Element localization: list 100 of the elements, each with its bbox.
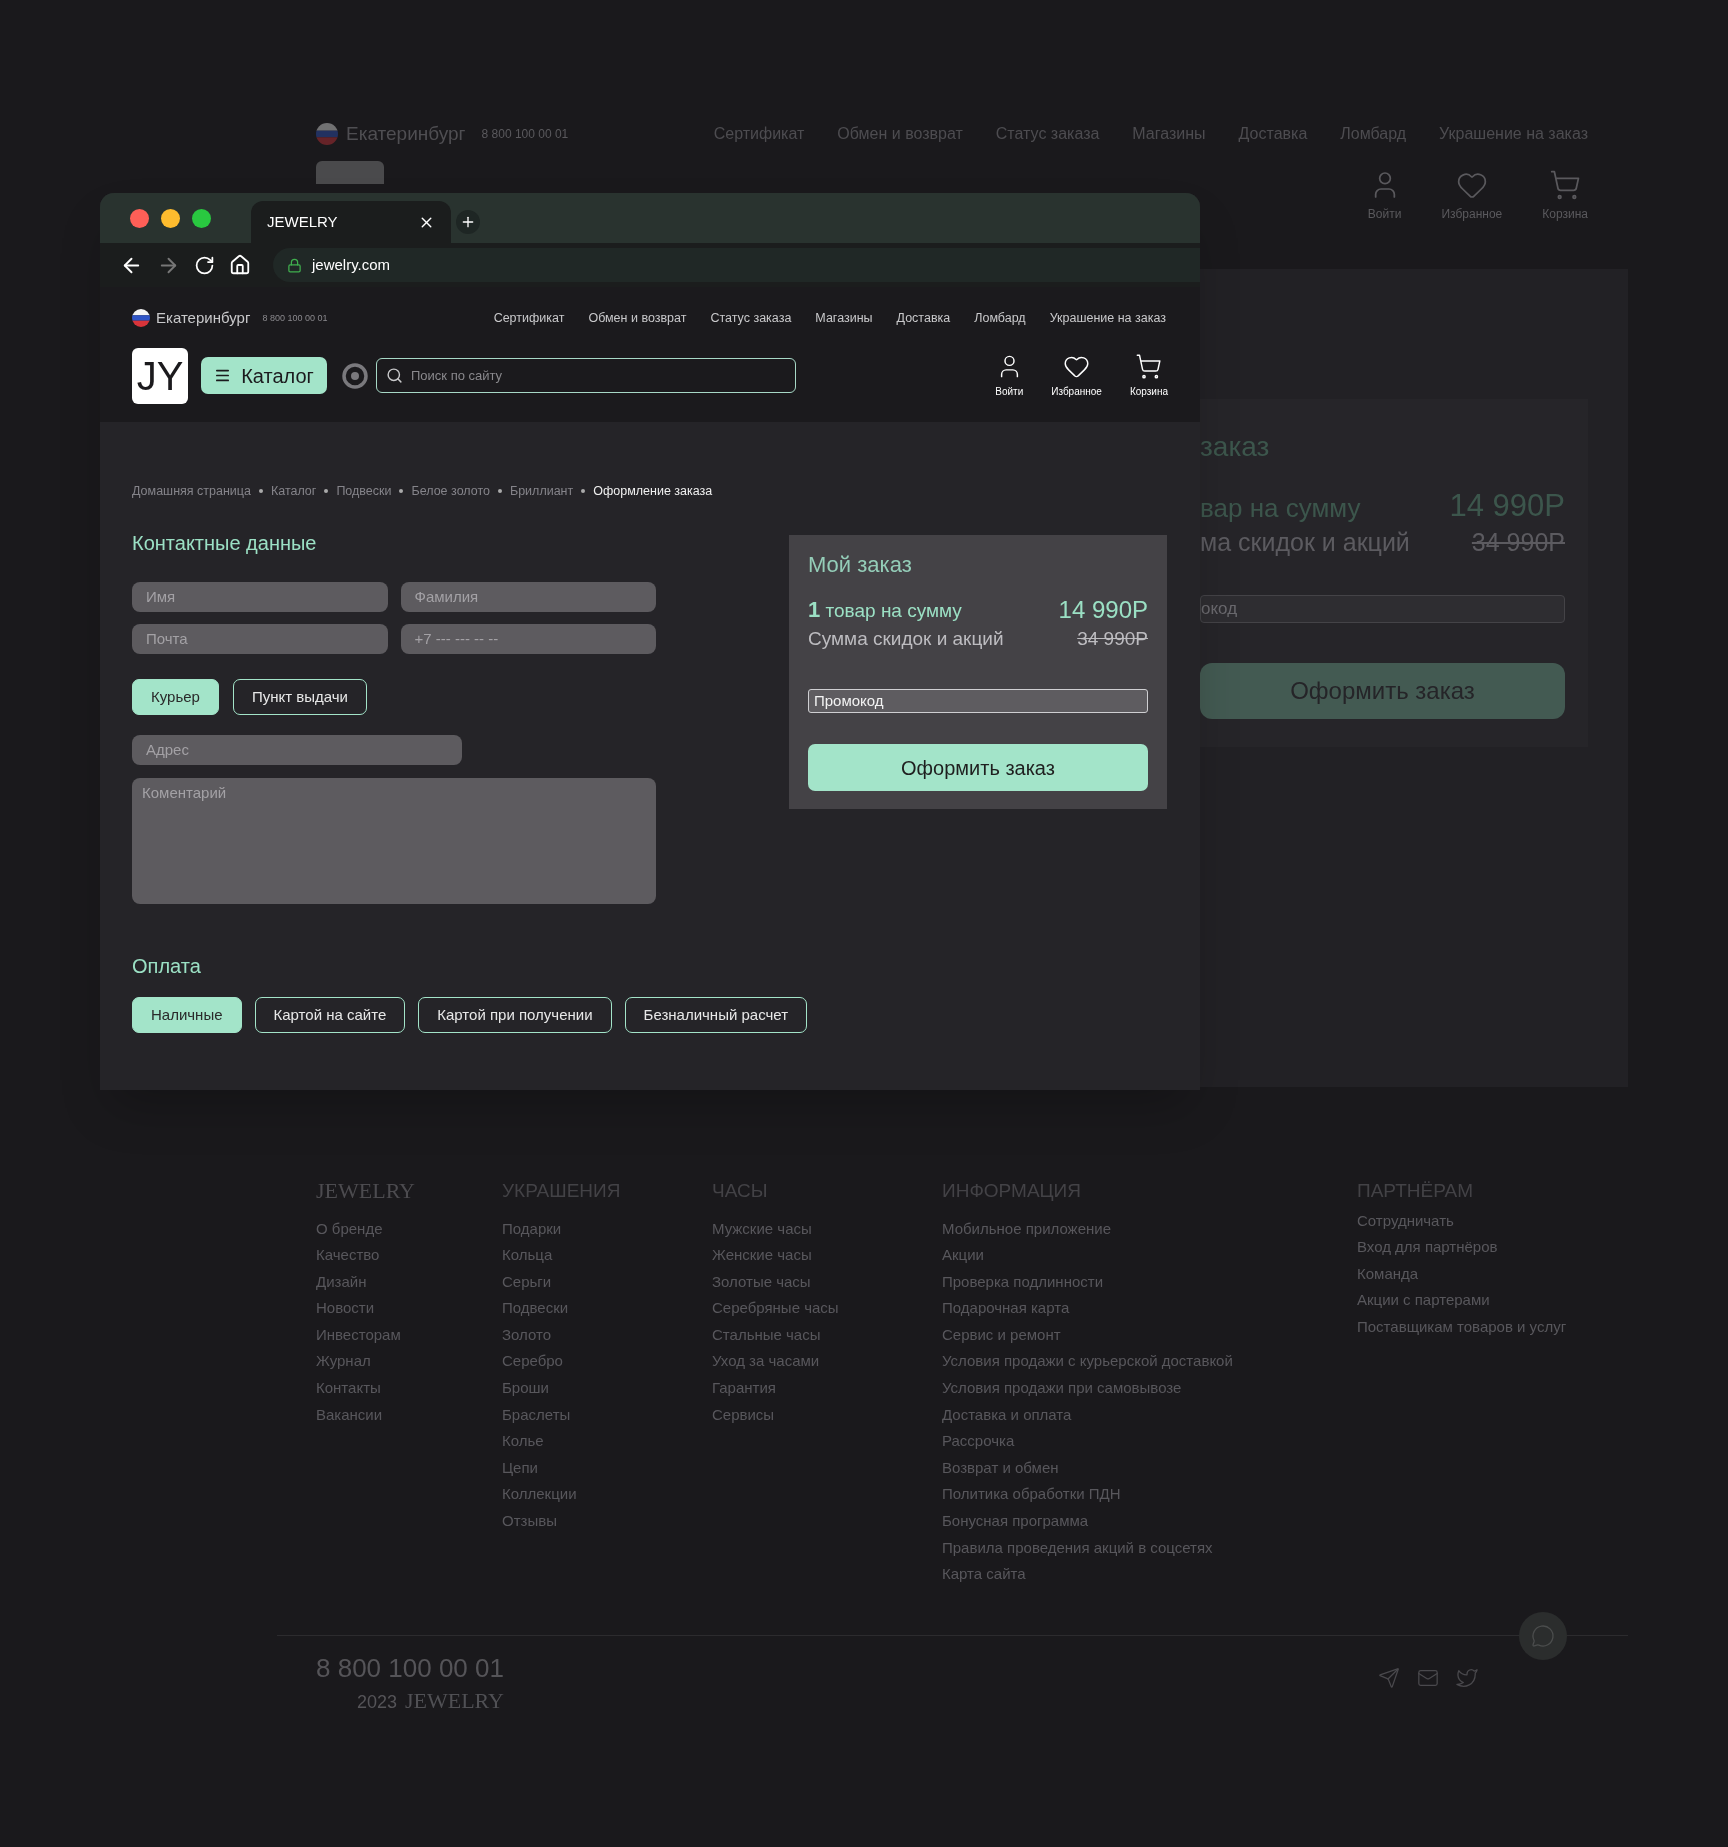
breadcrumb-link[interactable]: Подвески bbox=[336, 482, 392, 501]
lock-icon bbox=[287, 257, 302, 273]
footer-link[interactable]: Журнал bbox=[316, 1351, 502, 1373]
payment-option[interactable]: Картой при получении bbox=[418, 996, 612, 1033]
footer-link[interactable]: Серьги bbox=[502, 1271, 712, 1293]
text-field[interactable]: +7 --- --- -- -- bbox=[400, 623, 656, 654]
city-label[interactable]: Екатеринбург bbox=[156, 307, 251, 330]
breadcrumb-link[interactable]: Белое золото bbox=[411, 482, 490, 501]
footer-link[interactable]: Подарки bbox=[502, 1218, 712, 1240]
header-action[interactable]: Избранное bbox=[1441, 168, 1503, 223]
footer-link[interactable]: Политика обработки ПДН bbox=[942, 1484, 1357, 1506]
footer-link[interactable]: Мобильное приложение bbox=[942, 1218, 1357, 1240]
footer-link[interactable]: Стальные часы bbox=[712, 1324, 942, 1346]
nav-link[interactable]: Сертификат bbox=[493, 308, 565, 328]
footer-link[interactable]: Сотрудничать bbox=[1357, 1210, 1657, 1232]
new-tab-button[interactable] bbox=[456, 210, 480, 234]
breadcrumb-link[interactable]: Домашняя страница bbox=[132, 482, 251, 501]
menu-icon bbox=[214, 367, 232, 384]
footer-link[interactable]: Дизайн bbox=[316, 1271, 502, 1293]
search-field[interactable]: Поиск по сайту bbox=[376, 358, 796, 393]
catalog-button[interactable]: Каталог bbox=[201, 357, 327, 394]
nav-link[interactable]: Доставка bbox=[896, 308, 951, 328]
nav-link[interactable]: Ломбард bbox=[974, 308, 1026, 328]
footer-link[interactable]: Поставщикам товаров и услуг bbox=[1357, 1316, 1657, 1338]
footer-link[interactable]: Проверка подлинности bbox=[942, 1271, 1357, 1293]
footer-link[interactable]: Отзывы bbox=[502, 1511, 712, 1532]
footer-link[interactable]: Сервисы bbox=[712, 1404, 942, 1426]
footer-link[interactable]: Акции bbox=[942, 1245, 1357, 1266]
cart-icon bbox=[1549, 168, 1582, 201]
text-field[interactable]: Фамилия bbox=[400, 581, 656, 612]
target-icon[interactable] bbox=[342, 362, 368, 389]
footer-link[interactable]: Возврат и обмен bbox=[942, 1457, 1357, 1479]
footer-link[interactable]: Браслеты bbox=[502, 1404, 712, 1426]
delivery-option[interactable]: Пункт выдачи bbox=[232, 678, 367, 715]
footer-link[interactable]: Правила проведения акций в соцсетях bbox=[942, 1537, 1357, 1559]
footer-link[interactable]: Сервис и ремонт bbox=[942, 1324, 1357, 1346]
nav-link[interactable]: Украшение на заказ bbox=[1049, 308, 1166, 328]
footer-link[interactable]: Доставка и оплата bbox=[942, 1404, 1357, 1426]
payment-option[interactable]: Картой на сайте bbox=[254, 996, 406, 1033]
checkout-button[interactable]: Оформить заказ bbox=[808, 744, 1148, 792]
footer-link[interactable]: Гарантия bbox=[712, 1378, 942, 1399]
breadcrumb-link[interactable]: Оформление заказа bbox=[593, 482, 713, 501]
footer-link[interactable]: Броши bbox=[502, 1378, 712, 1399]
copyright-year: 2023 bbox=[356, 1691, 397, 1714]
footer-link[interactable]: Женские часы bbox=[712, 1245, 942, 1266]
breadcrumb-link[interactable]: Бриллиант bbox=[509, 482, 574, 501]
footer-link[interactable]: Кольца bbox=[502, 1245, 712, 1266]
header-action[interactable]: Избранное bbox=[1051, 352, 1102, 399]
footer-link[interactable]: Акции с партерами bbox=[1357, 1290, 1657, 1311]
home-icon[interactable] bbox=[229, 254, 251, 276]
footer-link[interactable]: Золотые часы bbox=[712, 1271, 942, 1293]
footer-link[interactable]: Коллекции bbox=[502, 1484, 712, 1506]
footer-link[interactable]: Уход за часами bbox=[712, 1351, 942, 1373]
footer-link[interactable]: Новости bbox=[316, 1298, 502, 1319]
footer-link[interactable]: Рассрочка bbox=[942, 1431, 1357, 1452]
browser-tab[interactable]: JEWELRY bbox=[251, 201, 451, 243]
logo[interactable]: JY bbox=[132, 347, 188, 404]
footer-link[interactable]: Качество bbox=[316, 1245, 502, 1266]
footer-link[interactable]: Колье bbox=[502, 1431, 712, 1452]
text-field[interactable]: Почта bbox=[132, 623, 388, 654]
section-heading: Оплата bbox=[132, 953, 202, 979]
header-action[interactable]: Корзина bbox=[1542, 168, 1588, 223]
text-field[interactable]: Имя bbox=[132, 581, 388, 612]
footer-link[interactable]: О бренде bbox=[316, 1218, 502, 1240]
footer-link[interactable]: Цепи bbox=[502, 1457, 712, 1479]
footer-link[interactable]: Золото bbox=[502, 1324, 712, 1346]
footer-link[interactable]: Подарочная карта bbox=[942, 1298, 1357, 1319]
payment-option[interactable]: Наличные bbox=[132, 996, 242, 1033]
flag-icon bbox=[132, 309, 150, 328]
items-summary: 1 товар на сумму bbox=[808, 595, 962, 624]
plus-icon bbox=[460, 214, 476, 230]
footer-link[interactable]: Вход для партнёров bbox=[1357, 1237, 1657, 1258]
footer-link[interactable]: Вакансии bbox=[316, 1404, 502, 1426]
footer-link[interactable]: Карта сайта bbox=[942, 1564, 1357, 1585]
footer-link[interactable]: Серебряные часы bbox=[712, 1298, 942, 1319]
footer-link[interactable]: Инвесторам bbox=[316, 1324, 502, 1346]
footer-link[interactable]: Мужские часы bbox=[712, 1218, 942, 1240]
breadcrumb-link[interactable]: Каталог bbox=[270, 482, 317, 501]
header-action[interactable]: Войти bbox=[995, 352, 1024, 399]
nav-link[interactable]: Статус заказа bbox=[710, 308, 792, 328]
promo-field[interactable]: окод bbox=[1200, 594, 1565, 623]
delivery-option[interactable]: Курьер bbox=[132, 678, 219, 715]
footer-brand: JEWELRY bbox=[404, 1687, 504, 1715]
address-bar[interactable]: jewelry.com bbox=[273, 248, 1200, 282]
footer-link[interactable]: Контакты bbox=[316, 1378, 502, 1399]
nav-link[interactable]: Магазины bbox=[815, 308, 873, 328]
footer-link[interactable]: Условия продажи при самовывозе bbox=[942, 1378, 1357, 1399]
footer-link[interactable]: Подвески bbox=[502, 1298, 712, 1319]
header-action[interactable]: Войти bbox=[1367, 168, 1402, 223]
comment-field[interactable]: Коментарий bbox=[132, 777, 656, 904]
footer-link[interactable]: Условия продажи с курьерской доставкой bbox=[942, 1351, 1357, 1373]
footer-link[interactable]: Команда bbox=[1357, 1263, 1657, 1285]
address-field[interactable]: Адрес bbox=[132, 734, 462, 765]
footer-link[interactable]: Серебро bbox=[502, 1351, 712, 1373]
payment-option[interactable]: Безналичный расчет bbox=[624, 996, 808, 1033]
nav-link[interactable]: Обмен и возврат bbox=[588, 308, 687, 328]
footer-link[interactable]: Бонусная программа bbox=[942, 1511, 1357, 1532]
reload-icon[interactable] bbox=[194, 254, 215, 276]
total-price: 14 990Р bbox=[1058, 594, 1148, 625]
header-action[interactable]: Корзина bbox=[1129, 352, 1168, 399]
